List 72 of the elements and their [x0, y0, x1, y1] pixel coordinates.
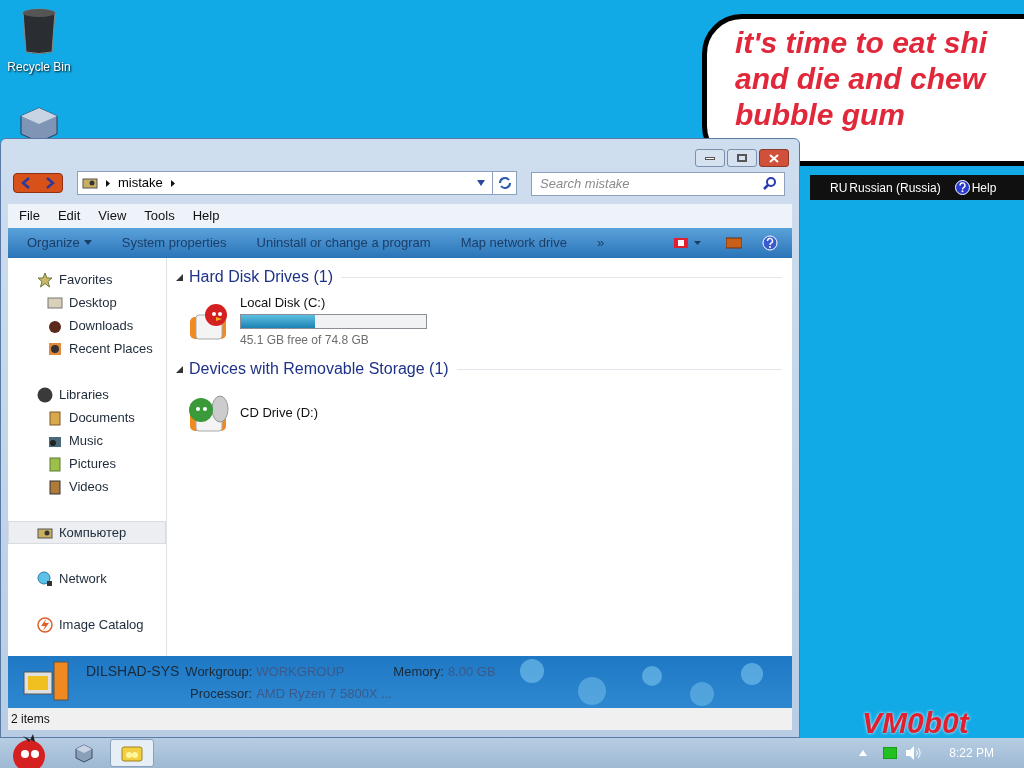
help-label[interactable]: Help: [971, 178, 997, 197]
breadcrumb-arrow-icon[interactable]: [106, 179, 110, 187]
computer-icon: [82, 175, 98, 191]
dropdown-caret-icon: [476, 179, 486, 187]
cube-icon: [74, 743, 94, 763]
caret-icon: [83, 240, 92, 246]
libraries-icon: [37, 386, 53, 403]
menu-item[interactable]: Help: [192, 206, 220, 226]
sidebar-item[interactable]: Documents: [8, 406, 166, 429]
pictures-icon: [47, 455, 63, 472]
bubble-text: it's time to eat shi: [735, 25, 989, 61]
group-header: Hard Disk Drives (1): [189, 267, 333, 287]
breadcrumb[interactable]: mistake: [118, 173, 163, 193]
computer-name: DILSHAD-SYS: [86, 662, 180, 681]
details-value: AMD Ryzen 7 5800X ...: [256, 685, 392, 703]
menu-item[interactable]: Tools: [144, 206, 175, 226]
sidebar-item[interactable]: Favorites: [8, 268, 166, 291]
sidebar-item[interactable]: Pictures: [8, 452, 166, 475]
computer-icon: [22, 660, 70, 704]
menu-item[interactable]: File: [19, 206, 40, 226]
collapse-triangle-icon[interactable]: [176, 365, 183, 373]
search-icon: [763, 176, 777, 190]
sidebar-item[interactable]: Компьютер: [8, 521, 166, 544]
sidebar-item[interactable]: Image Catalog: [8, 613, 166, 636]
sidebar-item[interactable]: Recent Places: [8, 337, 166, 360]
details-value: 8.00 GB: [447, 662, 496, 681]
trash-bin-icon[interactable]: [19, 6, 59, 54]
details-label: Processor:: [190, 685, 253, 703]
star-icon: [37, 271, 53, 288]
language-name[interactable]: Russian (Russia): [849, 178, 941, 197]
free-space-text: 45.1 GB free of 74.8 GB: [240, 332, 370, 350]
maximize-button[interactable]: [727, 149, 757, 167]
videos-icon: [47, 478, 63, 495]
desktop-icon-label: Recycle Bin: [7, 59, 71, 76]
bubble-text: bubble gum: [735, 97, 906, 133]
minimize-button[interactable]: [695, 149, 725, 167]
sidebar-item[interactable]: Libraries: [8, 383, 166, 406]
lightning-icon: [37, 616, 53, 633]
signature-text: VM0b0t: [862, 705, 969, 741]
sidebar-item[interactable]: Music: [8, 429, 166, 452]
address-bar[interactable]: mistake: [77, 171, 517, 195]
folder-icon: [121, 743, 143, 763]
close-icon: [769, 153, 779, 163]
menu-item[interactable]: View: [98, 206, 127, 226]
status-text: 2 items: [11, 711, 50, 728]
refresh-icon: [497, 176, 512, 190]
network-icon: [37, 570, 53, 587]
breadcrumb-arrow-icon[interactable]: [170, 179, 175, 187]
collapse-triangle-icon[interactable]: [176, 273, 183, 281]
sidebar-item[interactable]: Videos: [8, 475, 166, 498]
drive-item[interactable]: CD Drive (D:): [176, 380, 782, 444]
sidebar-item[interactable]: Network: [8, 567, 166, 590]
menu-item[interactable]: Edit: [57, 206, 81, 226]
details-label: Memory:: [393, 662, 444, 681]
recent-places-icon: [47, 340, 63, 357]
documents-icon: [47, 409, 63, 426]
help-icon[interactable]: [762, 235, 778, 251]
drive-name: Local Disk (C:): [240, 293, 327, 312]
sidebar-item[interactable]: Downloads: [8, 314, 166, 337]
search-field[interactable]: Search mistake: [531, 171, 785, 196]
close-button[interactable]: [759, 149, 789, 167]
language-code: RU: [830, 179, 848, 197]
sidebar-item[interactable]: Desktop: [8, 291, 166, 314]
drive-item[interactable]: Local Disk (C:) 45.1 GB free of 74.8 GB: [176, 288, 782, 352]
help-icon: [954, 180, 970, 195]
view-options-icon[interactable]: [674, 237, 702, 249]
bubble-text: and die and chew: [735, 61, 988, 97]
drive-name: CD Drive (D:): [240, 404, 318, 423]
group-header: Devices with Removable Storage (1): [189, 359, 449, 379]
details-label: Workgroup:: [185, 662, 253, 681]
desktop-icon: [47, 294, 63, 311]
details-value: WORKGROUP: [256, 662, 346, 681]
